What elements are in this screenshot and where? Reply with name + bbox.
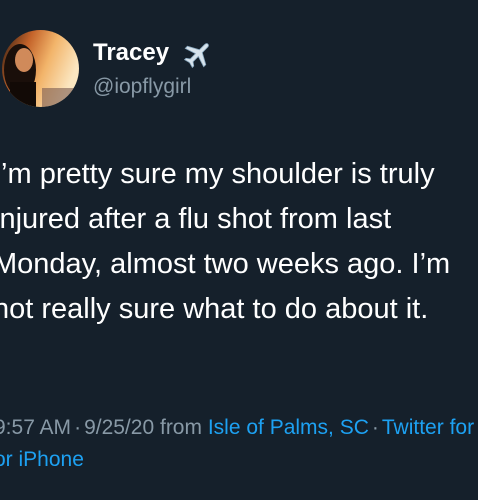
tweet-text: I’m pretty sure my shoulder is truly inj… [0, 152, 471, 332]
tweet-card: Tracey @iopflygirl I’m pretty sure my sh… [0, 0, 478, 500]
tweet-text-line: I’m pretty sure my shoulder is truly [0, 158, 435, 190]
tweet-date[interactable]: 9/25/20 [84, 416, 154, 439]
tweet-time[interactable]: 9:57 AM [0, 416, 71, 439]
airplane-icon [182, 38, 214, 70]
location-link[interactable]: Isle of Palms, SC [208, 416, 369, 439]
source-link[interactable]: Twitter for iPhone [382, 416, 478, 439]
avatar-photo [2, 30, 79, 107]
tweet-text-line: not really sure what to do about it. [0, 293, 429, 325]
tweet-text-line: injured after a flu shot from last [0, 203, 392, 235]
tweet-metadata: 9:57 AM · 9/25/20 from Isle of Palms, SC · T… [0, 412, 478, 476]
tweet-metadata-row: 9:57 AM · 9/25/20 from Isle of Palms, SC · T… [0, 412, 478, 444]
separator-dot: · [74, 416, 82, 439]
source-link-continuation[interactable]: or iPhone [0, 444, 478, 476]
display-name[interactable]: Tracey [93, 38, 169, 68]
from-label: from [159, 416, 202, 439]
separator-dot: · [371, 416, 379, 439]
user-handle[interactable]: @iopflygirl [93, 74, 191, 100]
tweet-text-line: Monday, almost two weeks ago. I’m [0, 248, 451, 280]
avatar[interactable] [2, 30, 79, 107]
